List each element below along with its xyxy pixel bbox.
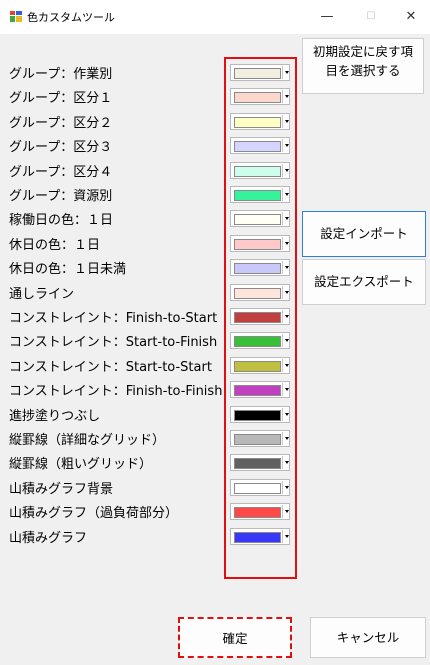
cancel-button[interactable]: キャンセル <box>310 617 426 658</box>
minimize-button[interactable]: — <box>310 0 344 34</box>
color-label: 縦罫線（詳細なグリッド） <box>9 433 166 448</box>
color-label: 山積みグラフ（過負荷部分） <box>9 506 179 521</box>
color-label: グループ：区分３ <box>9 140 113 155</box>
title-bar: 色カスタムツール — ☐ ✕ <box>0 0 430 34</box>
color-label: 休日の色：１日 <box>9 238 101 253</box>
maximize-button: ☐ <box>366 11 376 22</box>
color-label: 通しライン <box>9 287 75 302</box>
export-settings-button[interactable]: 設定エクスポート <box>302 259 426 305</box>
color-label: 縦罫線（粗いグリッド） <box>9 457 153 472</box>
import-settings-button[interactable]: 設定インポート <box>302 211 426 257</box>
color-label: コンストレイント：Start-to-Finish <box>9 335 218 350</box>
color-label: グループ：区分１ <box>9 91 113 106</box>
import-button-label: 設定インポート <box>320 226 408 241</box>
app-icon <box>10 11 22 22</box>
color-label: グループ：区分２ <box>9 116 113 131</box>
reset-selection-button[interactable]: 初期設定に戻す項 目を選択する <box>302 38 424 94</box>
color-label: コンストレイント：Finish-to-Finish <box>9 384 223 399</box>
export-button-label: 設定エクスポート <box>314 274 414 289</box>
color-label: 稼働日の色：１日 <box>9 213 114 228</box>
color-label: 山積みグラフ <box>9 531 88 546</box>
color-label: グループ：資源別 <box>9 189 113 204</box>
cancel-button-label: キャンセル <box>336 630 400 645</box>
confirm-button[interactable]: 確定 <box>178 617 292 658</box>
color-label: 進捗塗りつぶし <box>9 409 101 424</box>
color-custom-tool-window: 色カスタムツール — ☐ ✕ グループ：作業別 グループ：区分１ グループ：区分２ グ… <box>0 0 430 665</box>
color-label: コンストレイント：Finish-to-Start <box>9 311 218 326</box>
color-label: グループ：作業別 <box>9 67 113 82</box>
confirm-button-label: 確定 <box>222 631 248 646</box>
close-button[interactable]: ✕ <box>394 0 428 34</box>
color-label: グループ：区分４ <box>9 165 113 180</box>
window-title: 色カスタムツール <box>27 11 115 24</box>
color-label: 休日の色：１日未満 <box>9 262 127 277</box>
color-label: 山積みグラフ背景 <box>9 482 114 497</box>
reset-button-label-line2: 目を選択する <box>325 63 401 78</box>
color-label: コンストレイント：Start-to-Start <box>9 360 212 375</box>
color-picker-highlight <box>224 57 297 579</box>
reset-button-label-line1: 初期設定に戻す項 <box>312 44 413 59</box>
